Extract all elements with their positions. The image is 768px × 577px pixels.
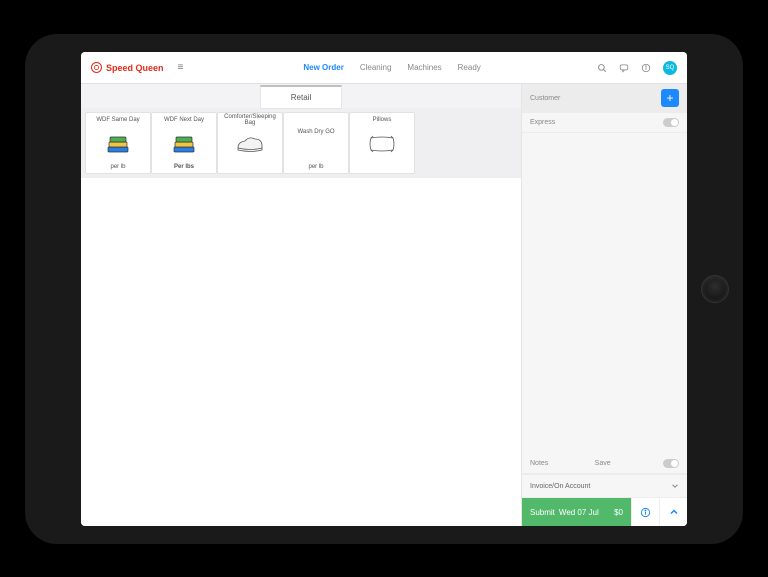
brand-logo: Speed Queen [91, 62, 164, 73]
top-nav: New Order Cleaning Machines Ready [303, 63, 480, 72]
comforter-icon [235, 127, 265, 161]
folded-stack-icon [104, 127, 132, 161]
nav-machines[interactable]: Machines [407, 63, 441, 72]
submit-expand-button[interactable] [659, 498, 687, 526]
save-label: Save [595, 460, 611, 467]
customer-row: Customer + [522, 84, 687, 113]
order-sidebar: Customer + Express Notes Save Invoice/On… [521, 84, 687, 526]
notes-label: Notes [530, 460, 548, 467]
tile-wdf-same-day[interactable]: WDF Same Day per lb [85, 112, 151, 174]
tile-footer: per lb [308, 161, 323, 173]
submit-info-button[interactable] [631, 498, 659, 526]
express-toggle[interactable] [663, 118, 679, 127]
save-toggle[interactable] [663, 459, 679, 468]
nav-ready[interactable]: Ready [458, 63, 481, 72]
app-screen: Speed Queen ≡ New Order Cleaning Machine… [81, 52, 687, 526]
order-items-area [522, 133, 687, 454]
submit-button[interactable]: Submit Wed 07 Jul $0 [522, 498, 631, 526]
tile-title: Wash Dry GO [295, 125, 336, 139]
submit-amount: $0 [614, 508, 623, 517]
chevron-down-icon [671, 482, 679, 490]
product-tiles: WDF Same Day per lb WDF Next Day Per lbs [81, 108, 521, 178]
topbar: Speed Queen ≡ New Order Cleaning Machine… [81, 52, 687, 84]
tile-footer: per lb [110, 161, 125, 173]
tile-title: Comforter/Sleeping Bag [218, 113, 282, 127]
category-tabbar: Retail [81, 84, 521, 108]
nav-cleaning[interactable]: Cleaning [360, 63, 392, 72]
folded-stack-icon [170, 127, 198, 161]
brand-name: Speed Queen [106, 63, 164, 73]
add-customer-button[interactable]: + [661, 89, 679, 107]
avatar[interactable]: SQ [663, 61, 677, 75]
chat-icon[interactable] [619, 63, 629, 73]
tile-title: WDF Same Day [94, 113, 141, 127]
tile-comforter[interactable]: Comforter/Sleeping Bag [217, 112, 283, 174]
tablet-frame: Speed Queen ≡ New Order Cleaning Machine… [25, 34, 743, 544]
brand-icon [91, 62, 102, 73]
express-label: Express [530, 119, 555, 126]
tile-title: Pillows [371, 113, 394, 127]
menu-icon[interactable]: ≡ [178, 62, 184, 73]
tile-title: WDF Next Day [162, 113, 206, 127]
tile-pillows[interactable]: Pillows [349, 112, 415, 174]
pillow-icon [367, 127, 397, 161]
nav-new-order[interactable]: New Order [303, 63, 343, 72]
search-icon[interactable] [597, 63, 607, 73]
tile-footer: Per lbs [174, 161, 194, 173]
tile-wdf-next-day[interactable]: WDF Next Day Per lbs [151, 112, 217, 174]
tile-wash-dry-go[interactable]: Wash Dry GO per lb [283, 112, 349, 174]
main-area: Retail WDF Same Day per lb WDF Next Day [81, 84, 521, 526]
payment-label: Invoice/On Account [530, 483, 590, 490]
notes-row: Notes Save [522, 454, 687, 474]
express-row: Express [522, 113, 687, 133]
submit-date: Wed 07 Jul [559, 508, 599, 517]
tab-retail[interactable]: Retail [260, 85, 342, 109]
home-button[interactable] [701, 275, 729, 303]
payment-select[interactable]: Invoice/On Account [522, 474, 687, 498]
customer-label: Customer [530, 95, 560, 102]
topbar-actions: SQ [597, 61, 677, 75]
info-icon[interactable] [641, 63, 651, 73]
main-content [81, 178, 521, 526]
submit-bar: Submit Wed 07 Jul $0 [522, 498, 687, 526]
submit-label: Submit [530, 508, 555, 517]
